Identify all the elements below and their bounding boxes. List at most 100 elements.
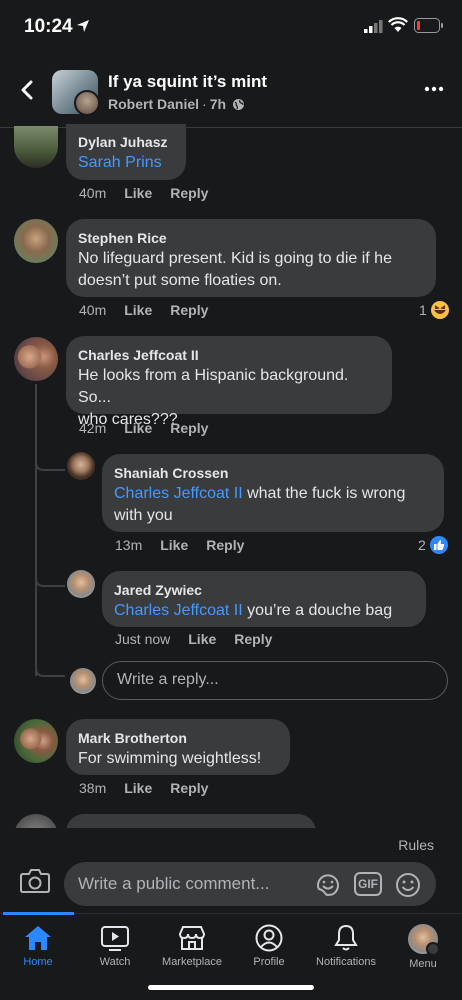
reply-button[interactable]: Reply bbox=[170, 302, 208, 318]
status-time: 10:24 bbox=[24, 16, 73, 37]
commenter-name[interactable]: Dylan Juhasz bbox=[78, 132, 174, 152]
author-avatar[interactable] bbox=[74, 90, 100, 116]
reaction-summary[interactable]: 2 bbox=[418, 535, 449, 555]
reply-input[interactable]: Write a reply... bbox=[102, 661, 448, 700]
comment-text-line: No lifeguard present. Kid is going to di… bbox=[78, 250, 392, 267]
laugh-emoji-icon bbox=[430, 301, 449, 319]
comment-placeholder: Write a public comment... bbox=[78, 874, 270, 893]
reply-button[interactable]: Reply bbox=[170, 420, 208, 436]
reply-button[interactable]: Reply bbox=[234, 631, 272, 647]
thread-connector bbox=[35, 560, 65, 587]
back-icon[interactable] bbox=[16, 78, 40, 102]
tab-watch[interactable]: Watch bbox=[75, 924, 155, 968]
post-title: If ya squint it’s mint bbox=[108, 72, 267, 91]
comment-text: For swimming weightless! bbox=[78, 750, 262, 767]
post-subtitle: Robert Daniel · 7h bbox=[108, 96, 245, 112]
emoji-icon[interactable] bbox=[394, 871, 422, 899]
current-user-avatar bbox=[70, 668, 96, 694]
commenter-name[interactable]: Jared Zywiec bbox=[114, 580, 414, 600]
avatar[interactable] bbox=[14, 719, 58, 763]
post-header: If ya squint it’s mint Robert Daniel · 7h bbox=[0, 56, 462, 128]
avatar[interactable] bbox=[67, 570, 95, 598]
like-button[interactable]: Like bbox=[160, 537, 188, 553]
reaction-count: 1 bbox=[419, 302, 427, 318]
more-icon[interactable] bbox=[424, 86, 444, 92]
avatar[interactable] bbox=[14, 219, 58, 263]
post-age: 7h bbox=[209, 96, 227, 112]
comment-meta: 40m Like Reply bbox=[79, 185, 226, 201]
marketplace-icon bbox=[178, 926, 206, 950]
tab-label: Profile bbox=[253, 956, 285, 968]
reply-button[interactable]: Reply bbox=[170, 780, 208, 796]
status-bar: 10:24 bbox=[0, 0, 462, 56]
mention-link[interactable]: Charles Jeffcoat II bbox=[114, 602, 243, 619]
thread-connector bbox=[35, 660, 65, 677]
reply-text: you’re a douche bag bbox=[242, 602, 393, 619]
reply-text: what the fuck is wrong bbox=[242, 485, 406, 502]
thread-line bbox=[35, 384, 37, 676]
avatar[interactable] bbox=[67, 452, 95, 480]
like-button[interactable]: Like bbox=[124, 420, 152, 436]
like-button[interactable]: Like bbox=[124, 185, 152, 201]
rules-link[interactable]: Rules bbox=[398, 837, 434, 853]
notifications-icon bbox=[334, 924, 358, 951]
reply-bubble: Jared Zywiec Charles Jeffcoat II you’re … bbox=[102, 571, 426, 627]
tab-menu[interactable]: Menu bbox=[383, 924, 462, 970]
active-tab-indicator bbox=[3, 912, 74, 915]
tab-label: Menu bbox=[409, 958, 437, 970]
thread-connector bbox=[35, 440, 65, 471]
tab-marketplace[interactable]: Marketplace bbox=[152, 924, 232, 968]
comment-time: Just now bbox=[115, 631, 171, 647]
comment-bubble: Stephen Rice No lifeguard present. Kid i… bbox=[66, 219, 436, 297]
wifi-icon bbox=[388, 17, 408, 32]
reaction-summary[interactable]: 1 bbox=[419, 300, 450, 320]
tab-label: Marketplace bbox=[162, 956, 222, 968]
camera-icon[interactable] bbox=[20, 868, 50, 894]
comment-meta: 40m Like Reply bbox=[79, 302, 226, 318]
tab-profile[interactable]: Profile bbox=[229, 924, 309, 968]
tab-home[interactable]: Home bbox=[0, 924, 78, 968]
comment-time: 13m bbox=[115, 537, 143, 553]
tab-label: Home bbox=[23, 956, 53, 968]
comment-time: 40m bbox=[79, 302, 107, 318]
reply-bubble: Shaniah Crossen Charles Jeffcoat II what… bbox=[102, 454, 444, 532]
like-icon bbox=[429, 536, 448, 554]
globe-icon bbox=[232, 99, 244, 110]
menu-badge bbox=[426, 942, 440, 956]
comment-bubble: Mark Brotherton For swimming weightless! bbox=[66, 719, 290, 775]
home-indicator bbox=[148, 985, 314, 990]
comment-meta: Just now Like Reply bbox=[115, 631, 290, 647]
separator: · bbox=[202, 96, 207, 112]
comment-meta: 13m Like Reply bbox=[115, 537, 262, 553]
avatar[interactable] bbox=[14, 337, 58, 381]
reaction-count: 2 bbox=[418, 537, 426, 553]
reply-button[interactable]: Reply bbox=[206, 537, 244, 553]
comment-text-line: Charles Jeffcoat II you’re a douche bag bbox=[114, 600, 414, 622]
comment-time: 38m bbox=[79, 780, 107, 796]
avatar[interactable] bbox=[14, 126, 58, 168]
like-button[interactable]: Like bbox=[124, 302, 152, 318]
sticker-icon[interactable] bbox=[314, 871, 342, 899]
tab-label: Notifications bbox=[316, 956, 376, 968]
gif-icon[interactable]: GIF bbox=[354, 872, 382, 896]
commenter-name[interactable]: Shaniah Crossen bbox=[114, 463, 432, 483]
mention-link[interactable]: Sarah Prins bbox=[78, 154, 162, 171]
author-name[interactable]: Robert Daniel bbox=[108, 96, 199, 112]
like-button[interactable]: Like bbox=[188, 631, 216, 647]
comment-bubble: Charles Jeffcoat II He looks from a Hisp… bbox=[66, 336, 392, 428]
profile-icon bbox=[255, 924, 283, 952]
battery-icon bbox=[414, 18, 443, 33]
like-button[interactable]: Like bbox=[124, 780, 152, 796]
commenter-name[interactable]: Charles Jeffcoat II bbox=[78, 345, 380, 365]
commenter-name[interactable]: Stephen Rice bbox=[78, 228, 424, 248]
mention-link[interactable]: Charles Jeffcoat II bbox=[114, 485, 243, 502]
tab-label: Watch bbox=[99, 956, 131, 968]
comment-input[interactable]: Write a public comment... GIF bbox=[64, 862, 436, 906]
comment-bubble: Dylan Juhasz Sarah Prins bbox=[66, 124, 186, 180]
tab-notifications[interactable]: Notifications bbox=[306, 924, 386, 968]
reply-button[interactable]: Reply bbox=[170, 185, 208, 201]
comment-text: Sarah Prins bbox=[78, 152, 174, 174]
commenter-name[interactable]: Mark Brotherton bbox=[78, 728, 278, 748]
comment-time: 40m bbox=[79, 185, 107, 201]
comment-text-line: with you bbox=[114, 507, 173, 524]
